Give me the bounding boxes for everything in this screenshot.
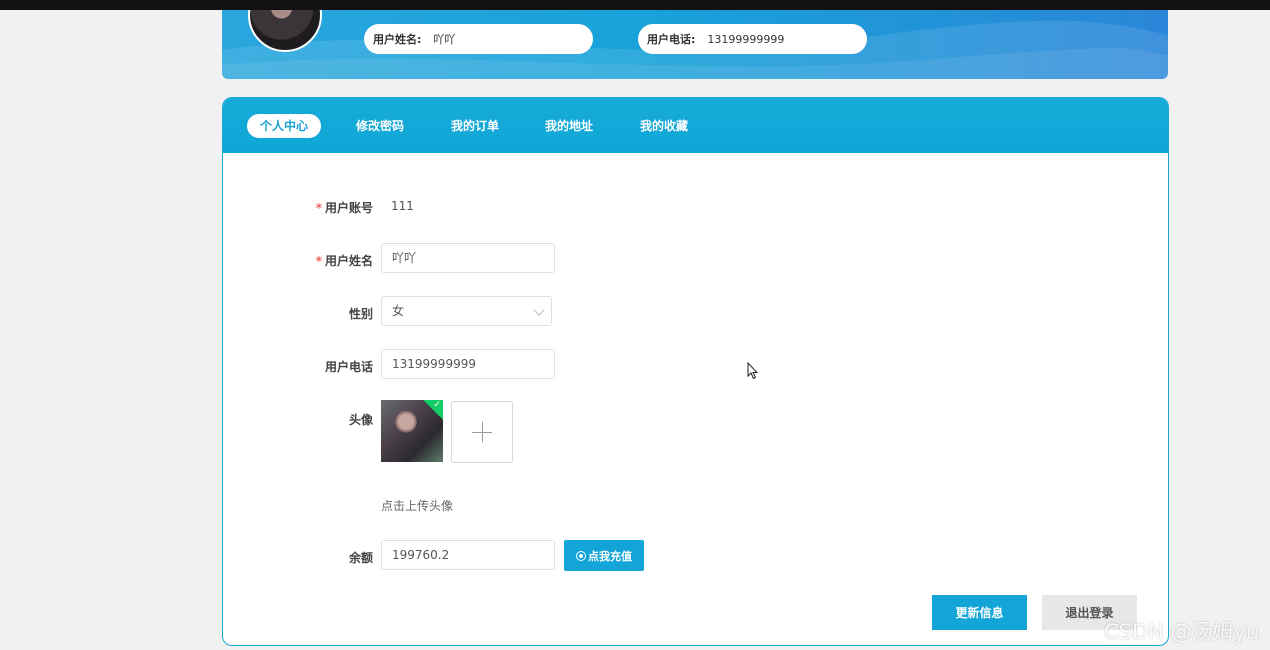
avatar-face-decoration: [395, 410, 417, 436]
header-phone-pill: 用户电话: 13199999999: [638, 24, 867, 54]
update-info-button[interactable]: 更新信息: [932, 595, 1027, 630]
plus-icon-vertical: [482, 422, 483, 442]
recharge-label: 点我充值: [588, 549, 632, 563]
header-name-pill: 用户姓名: 吖吖: [364, 24, 593, 54]
name-label-text: 用户姓名: [324, 254, 373, 268]
tab-my-favorites[interactable]: 我的收藏: [640, 114, 688, 138]
required-mark: *: [315, 254, 322, 268]
account-value: 111: [391, 199, 414, 213]
avatar-thumbnail[interactable]: ✓: [381, 400, 443, 462]
header-name-value: 吖吖: [433, 33, 456, 46]
avatar-upload-hint: 点击上传头像: [381, 499, 454, 513]
gender-select[interactable]: 女: [381, 296, 552, 326]
check-icon: ✓: [433, 400, 441, 410]
name-label: * 用户姓名: [223, 252, 373, 269]
screen-top-bar: [0, 0, 1270, 10]
gender-selected-value: 女: [392, 304, 405, 318]
header-phone-label: 用户电话:: [647, 33, 696, 46]
tab-personal-center[interactable]: 个人中心: [247, 114, 322, 138]
profile-tabs: 个人中心 修改密码 我的订单 我的地址 我的收藏: [223, 98, 1168, 153]
recharge-button[interactable]: 点我充值: [564, 540, 644, 571]
balance-label: 余额: [348, 551, 373, 565]
csdn-watermark: CSDN @汤姆yu: [1104, 620, 1260, 644]
phone-input[interactable]: 13199999999: [381, 349, 555, 379]
tab-change-password[interactable]: 修改密码: [356, 114, 404, 138]
profile-panel: 个人中心 修改密码 我的订单 我的地址 我的收藏 * 用户账号 111 * 用户姓名…: [222, 97, 1169, 646]
account-label: * 用户账号: [223, 199, 373, 216]
required-mark: *: [315, 201, 322, 215]
name-input[interactable]: 吖吖: [381, 243, 555, 273]
phone-label: 用户电话: [324, 360, 373, 374]
chevron-down-icon: [533, 304, 545, 316]
gender-label: 性别: [348, 307, 373, 321]
header-name-label: 用户姓名:: [373, 33, 422, 46]
account-label-text: 用户账号: [324, 201, 373, 215]
balance-input[interactable]: 199760.2: [381, 540, 555, 570]
avatar-upload-button[interactable]: [451, 401, 513, 463]
recharge-icon: [576, 550, 586, 561]
profile-header-banner: 用户姓名: 吖吖 用户电话: 13199999999: [222, 10, 1168, 79]
tab-my-address[interactable]: 我的地址: [545, 114, 593, 138]
header-phone-value: 13199999999: [707, 32, 785, 46]
tab-my-orders[interactable]: 我的订单: [451, 114, 499, 138]
avatar-label: 头像: [348, 413, 373, 427]
mouse-cursor-icon: [747, 362, 759, 380]
